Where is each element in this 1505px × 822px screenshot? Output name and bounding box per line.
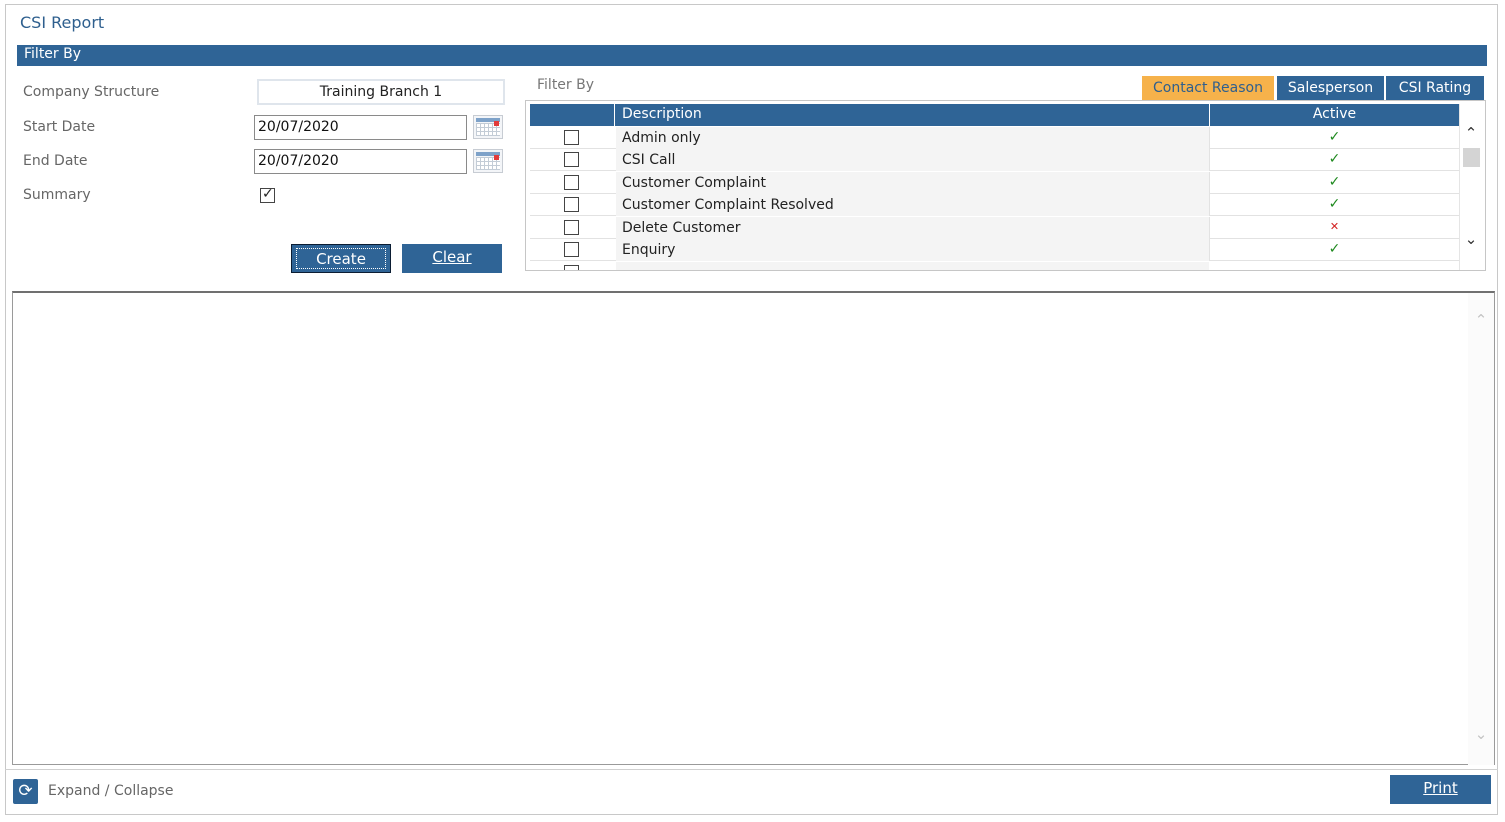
company-structure-field[interactable]: Training Branch 1 <box>257 79 505 105</box>
tab-contact-reason[interactable]: Contact Reason <box>1142 76 1274 101</box>
contact-reason-grid: Description Active Admin only ✓ CSI Call… <box>525 100 1486 271</box>
grid-scrollbar[interactable]: ⌃ ⌄ <box>1459 104 1482 270</box>
row-checkbox[interactable] <box>564 197 579 212</box>
check-icon: ✓ <box>1328 174 1341 190</box>
active-column-header[interactable]: Active <box>1210 106 1459 122</box>
check-icon: ✓ <box>1328 241 1341 257</box>
footer-divider <box>5 769 1498 770</box>
create-button[interactable]: Create <box>291 244 391 273</box>
cross-icon: ✕ <box>1329 220 1340 233</box>
print-button[interactable]: Print <box>1390 775 1491 804</box>
row-checkbox[interactable] <box>564 265 579 270</box>
chevron-up-icon[interactable]: ⌃ <box>1462 124 1480 142</box>
check-icon: ✓ <box>1328 151 1341 167</box>
row-description: CSI Call <box>616 149 1209 171</box>
table-row[interactable]: Delete Customer ✕ <box>530 217 1459 239</box>
table-row[interactable]: Customer Complaint ✓ <box>530 172 1459 194</box>
checkmark-icon: ✓ <box>262 186 274 202</box>
filter-section-header: Filter By <box>17 45 1487 66</box>
chevron-down-icon[interactable]: ⌄ <box>1472 725 1490 743</box>
row-checkbox[interactable] <box>564 220 579 235</box>
clear-button[interactable]: Clear <box>402 244 502 273</box>
start-date-label: Start Date <box>23 119 96 135</box>
check-icon: ✓ <box>1328 196 1341 212</box>
tab-csi-rating[interactable]: CSI Rating <box>1386 76 1484 101</box>
row-description: Customer Complaint <box>616 172 1209 194</box>
create-button-label: Create <box>296 248 386 269</box>
chevron-down-icon[interactable]: ⌄ <box>1462 230 1480 248</box>
row-checkbox[interactable] <box>564 242 579 257</box>
end-date-calendar-icon[interactable] <box>473 149 503 173</box>
row-checkbox[interactable] <box>564 130 579 145</box>
start-date-calendar-icon[interactable] <box>473 115 503 139</box>
expand-collapse-link[interactable]: Expand / Collapse <box>48 783 173 799</box>
tab-salesperson[interactable]: Salesperson <box>1277 76 1384 101</box>
scrollbar-thumb[interactable] <box>1463 148 1480 167</box>
table-row[interactable]: Customer Complaint Resolved ✓ <box>530 194 1459 216</box>
chevron-up-icon[interactable]: ⌃ <box>1472 311 1490 329</box>
start-date-input[interactable]: 20/07/2020 <box>254 115 467 140</box>
table-row[interactable]: CSI Call ✓ <box>530 149 1459 171</box>
grid-header: Description Active <box>530 104 1459 126</box>
select-column-header <box>530 104 615 126</box>
right-filter-label: Filter By <box>537 77 595 93</box>
page-title: CSI Report <box>20 13 105 32</box>
description-column-header[interactable]: Description <box>622 106 702 122</box>
report-viewer: ⌃ ⌄ <box>12 291 1495 765</box>
report-scrollbar[interactable]: ⌃ ⌄ <box>1468 293 1494 765</box>
table-row-partial[interactable] <box>530 262 1459 270</box>
end-date-input[interactable]: 20/07/2020 <box>254 149 467 174</box>
summary-checkbox[interactable]: ✓ <box>260 186 275 203</box>
refresh-icon[interactable]: ⟳ <box>13 779 38 804</box>
summary-label: Summary <box>23 187 91 203</box>
row-description <box>616 262 1209 270</box>
table-row[interactable]: Enquiry ✓ <box>530 239 1459 261</box>
row-description: Delete Customer <box>616 217 1209 239</box>
row-description: Enquiry <box>616 239 1209 261</box>
end-date-label: End Date <box>23 153 88 169</box>
company-structure-label: Company Structure <box>23 84 160 100</box>
row-checkbox[interactable] <box>564 175 579 190</box>
check-icon: ✓ <box>1328 129 1341 145</box>
row-description: Customer Complaint Resolved <box>616 194 1209 216</box>
row-checkbox[interactable] <box>564 152 579 167</box>
table-row[interactable]: Admin only ✓ <box>530 127 1459 149</box>
row-description: Admin only <box>616 127 1209 149</box>
